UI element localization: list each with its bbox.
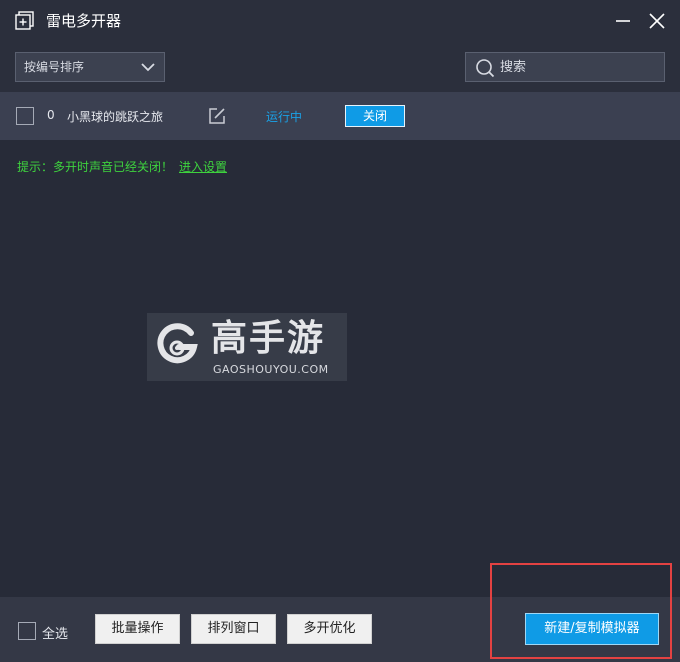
chevron-down-icon [141,63,155,72]
multi-open-optimize-button[interactable]: 多开优化 [287,614,372,644]
sort-dropdown-label: 按编号排序 [24,60,85,74]
select-all-label: 全选 [42,627,69,642]
edit-icon[interactable] [208,107,226,125]
sound-notice: 提示：多开时声音已经关闭！ [17,160,174,174]
close-icon[interactable] [648,12,666,30]
watermark-domain: GAOSHOUYOU.COM [213,363,329,376]
window-title: 雷电多开器 [46,12,122,30]
search-box[interactable] [465,52,665,82]
minimize-icon[interactable] [614,12,632,30]
instance-name: 小黑球的跳跃之旅 [67,110,164,124]
watermark-title: 高手游 [211,318,326,359]
select-all-checkbox[interactable] [18,622,36,640]
toolbar: 按编号排序 [0,42,680,92]
footer-bar: 全选 批量操作 排列窗口 多开优化 新建/复制模拟器 [0,597,680,662]
add-window-icon [15,11,34,30]
batch-operation-button[interactable]: 批量操作 [95,614,180,644]
instance-index: 0 [47,108,55,122]
instance-row: 0 小黑球的跳跃之旅 运行中 关闭 [0,92,680,140]
search-input[interactable] [500,53,660,81]
search-icon [476,59,495,78]
gaoshouyou-logo-icon [157,323,198,364]
new-copy-emulator-button[interactable]: 新建/复制模拟器 [525,613,659,645]
instance-checkbox[interactable] [16,107,34,125]
arrange-windows-button[interactable]: 排列窗口 [191,614,276,644]
instance-status: 运行中 [266,110,303,124]
title-bar: 雷电多开器 [0,0,680,42]
settings-link[interactable]: 进入设置 [179,158,227,175]
sort-dropdown[interactable]: 按编号排序 [15,52,165,82]
instance-close-button[interactable]: 关闭 [345,105,405,127]
watermark: 高手游 GAOSHOUYOU.COM [147,313,347,381]
